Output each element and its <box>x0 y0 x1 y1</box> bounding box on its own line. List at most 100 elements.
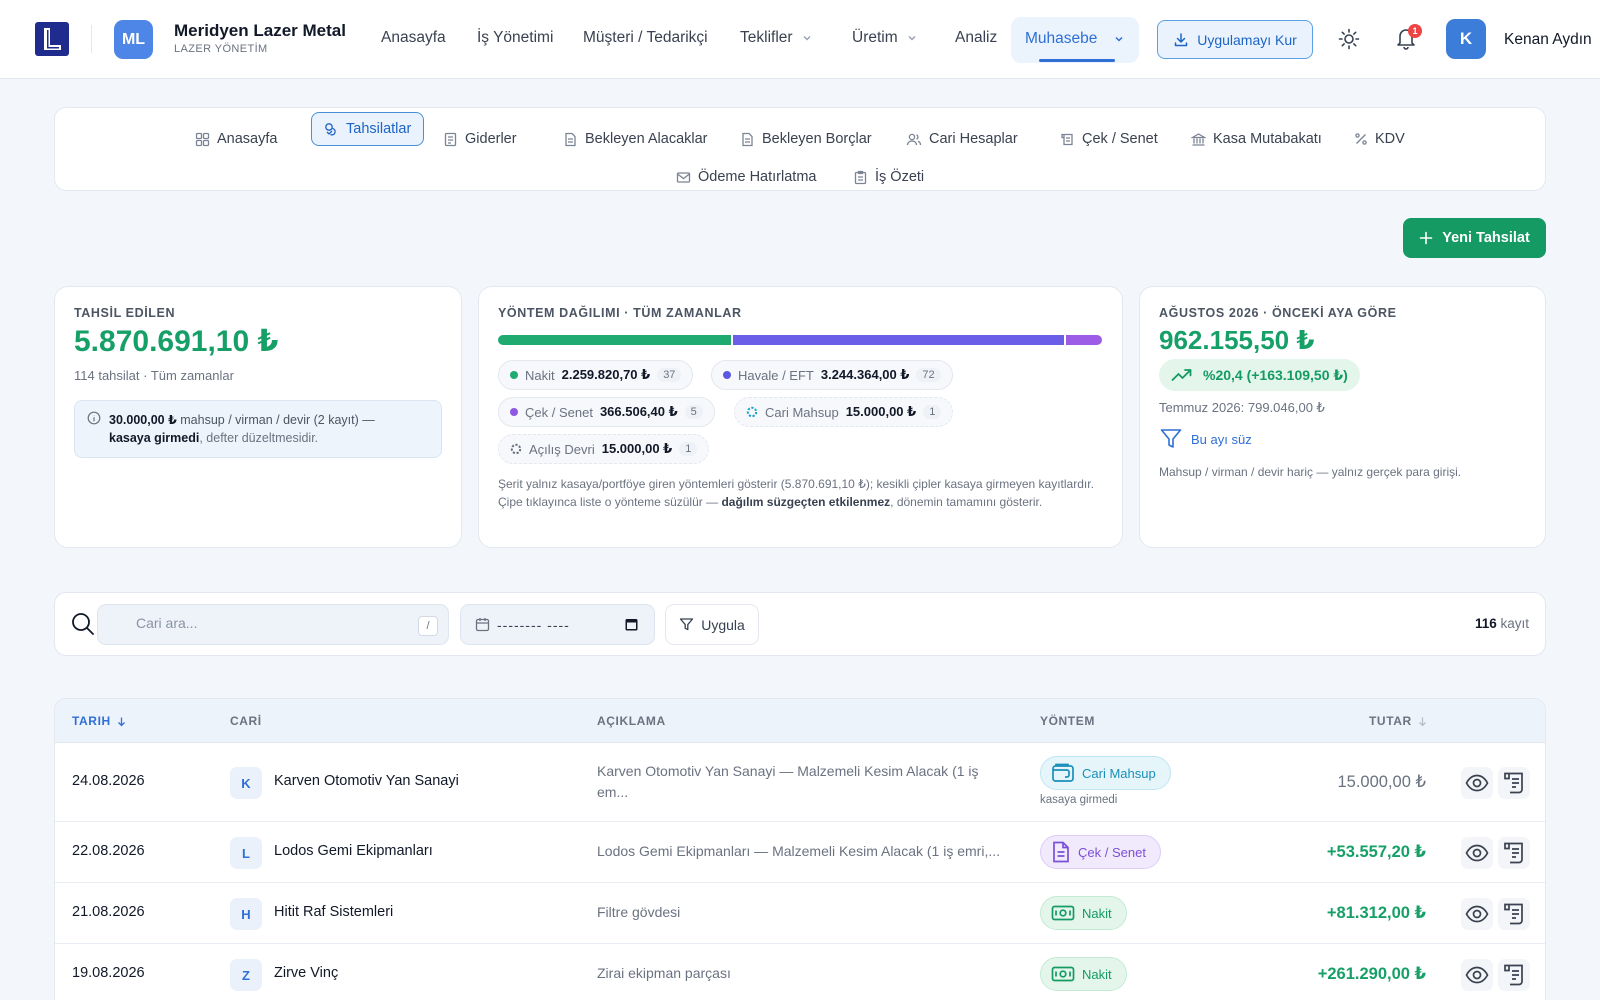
chip-cari-mahsup[interactable]: Cari Mahsup 15.000,00 ₺ 1 <box>734 397 954 427</box>
month-amount: 962.155,50 ₺ <box>1159 325 1315 355</box>
subnav-label: Bekleyen Borçlar <box>762 131 872 147</box>
chip-dot <box>510 371 518 379</box>
column-header-cari[interactable]: CARİ <box>230 714 262 728</box>
view-button[interactable] <box>1461 767 1493 799</box>
table-row[interactable]: 22.08.2026 L Lodos Gemi Ekipmanları Lodo… <box>55 822 1545 883</box>
user-name[interactable]: Kenan Aydın <box>1504 31 1592 49</box>
chip-havale-eft[interactable]: Havale / EFT 3.244.364,00 ₺ 72 <box>711 360 953 390</box>
nav-is-yonetimi[interactable]: İş Yönetimi <box>477 29 553 47</box>
nav-uretim[interactable]: Üretim <box>852 29 918 47</box>
nav-teklifler[interactable]: Teklifler <box>740 29 813 47</box>
subnav-giderler[interactable]: Giderler <box>443 122 517 156</box>
month-compare-label: AĞUSTOS 2026 · ÖNCEKİ AYA GÖRE <box>1159 306 1397 320</box>
table-row[interactable]: 19.08.2026 Z Zirve Vinç Zirai ekipman pa… <box>55 944 1545 1000</box>
footnote-text2: , dönemin tamamını gösterir. <box>890 495 1043 509</box>
row-cari[interactable]: Hitit Raf Sistemleri <box>274 904 393 920</box>
method-note: kasaya girmedi <box>1040 794 1118 806</box>
chip-value: 2.259.820,70 ₺ <box>561 367 651 382</box>
scroll-icon <box>1061 133 1073 145</box>
nav-muhasebe[interactable]: Muhasebe <box>1011 17 1139 63</box>
chip-value: 15.000,00 ₺ <box>845 404 917 419</box>
chip-nakit[interactable]: Nakit 2.259.820,70 ₺ 37 <box>498 360 694 390</box>
column-label: YÖNTEM <box>1040 714 1095 728</box>
notification-badge: 1 <box>1408 24 1422 38</box>
nav-musteri-tedarikci[interactable]: Müşteri / Tedarikçi <box>583 29 708 47</box>
new-collection-button[interactable]: Yeni Tahsilat <box>1403 218 1546 258</box>
method-badge-label: Nakit <box>1082 966 1112 982</box>
document-icon <box>742 132 753 146</box>
date-filter[interactable]: -------- ---- <box>460 604 655 645</box>
table-row[interactable]: 24.08.2026 K Karven Otomotiv Yan Sanayi … <box>55 743 1545 822</box>
offset-note-line1: 30.000,00 ₺ mahsup / virman / devir (2 k… <box>109 412 375 427</box>
receipt-button[interactable] <box>1498 837 1530 869</box>
receipt-icon <box>444 132 457 146</box>
nav-analiz[interactable]: Analiz <box>955 29 997 47</box>
receipt-button[interactable] <box>1498 898 1530 930</box>
search-field: / <box>97 604 449 645</box>
nav-label: Muhasebe <box>1025 30 1098 47</box>
calendar-picker-icon[interactable] <box>624 617 639 632</box>
cash-icon <box>1051 966 1075 982</box>
nav-label: Müşteri / Tedarikçi <box>583 29 708 46</box>
row-description: Karven Otomotiv Yan Sanayi — Malzemeli K… <box>597 763 979 800</box>
subnav-label: Cari Hesaplar <box>929 131 1018 147</box>
collected-card: TAHSİL EDİLEN 5.870.691,10 ₺ 114 tahsila… <box>54 286 462 548</box>
subnav-bekleyen-borclar[interactable]: Bekleyen Borçlar <box>740 122 872 156</box>
offset-note-text1: mahsup / virman / devir (2 kayıt) — <box>176 413 375 427</box>
subnav-odeme-hatirlatma[interactable]: Ödeme Hatırlatma <box>676 160 816 194</box>
percent-icon <box>1355 133 1367 145</box>
chip-acilis-devri[interactable]: Açılış Devri 15.000,00 ₺ 1 <box>498 434 710 464</box>
offset-note-amount: 30.000,00 ₺ <box>109 413 177 427</box>
filter-this-month-button[interactable]: Bu ayı süz <box>1159 427 1252 451</box>
chip-cek-senet[interactable]: Çek / Senet 366.506,40 ₺ 5 <box>498 397 715 427</box>
view-button[interactable] <box>1461 898 1493 930</box>
receipt-button[interactable] <box>1498 767 1530 799</box>
app-logo[interactable] <box>35 22 69 56</box>
search-input[interactable] <box>136 615 406 631</box>
column-header-date[interactable]: TARIH <box>72 714 127 728</box>
filter-this-month-label: Bu ayı süz <box>1191 431 1252 447</box>
chip-name: Açılış Devri <box>529 441 595 457</box>
trending-up-icon <box>1171 369 1192 381</box>
row-cari[interactable]: Zirve Vinç <box>274 965 338 981</box>
chip-value: 15.000,00 ₺ <box>601 441 673 456</box>
install-app-button[interactable]: Uygulamayı Kur <box>1157 20 1313 59</box>
receipt-button[interactable] <box>1498 959 1530 991</box>
subnav-tahsilatlar[interactable]: Tahsilatlar <box>311 112 425 146</box>
row-amount: 15.000,00 ₺ <box>1337 773 1427 791</box>
row-date: 24.08.2026 <box>72 773 145 789</box>
table-row[interactable]: 21.08.2026 H Hitit Raf Sistemleri Filtre… <box>55 883 1545 944</box>
offset-note-line2: kasaya girmedi, defter düzeltmesidir. <box>109 431 318 445</box>
collected-amount: 5.870.691,10 ₺ <box>74 325 279 358</box>
nav-anasayfa[interactable]: Anasayfa <box>381 29 446 47</box>
bank-icon <box>1191 132 1206 146</box>
column-header-amount[interactable]: TUTAR <box>1369 714 1428 728</box>
month-compare-footnote: Mahsup / virman / devir hariç — yalnız g… <box>1159 465 1462 479</box>
row-cari[interactable]: Lodos Gemi Ekipmanları <box>274 843 433 859</box>
column-label: AÇIKLAMA <box>597 714 666 728</box>
filter-icon <box>680 618 694 631</box>
apply-filter-button[interactable]: Uygula <box>665 604 759 645</box>
subnav-cari-hesaplar[interactable]: Cari Hesaplar <box>906 122 1018 156</box>
user-avatar[interactable]: K <box>1446 19 1486 59</box>
chip-name: Nakit <box>525 367 555 383</box>
view-button[interactable] <box>1461 837 1493 869</box>
chevron-down-icon <box>1115 36 1123 42</box>
column-header-method: YÖNTEM <box>1040 714 1095 728</box>
subnav-bekleyen-alacaklar[interactable]: Bekleyen Alacaklar <box>563 122 708 156</box>
row-date: 22.08.2026 <box>72 843 145 859</box>
subnav-kasa-mutabakati[interactable]: Kasa Mutabakatı <box>1191 122 1322 156</box>
subnav-kdv[interactable]: KDV <box>1354 122 1405 156</box>
company-avatar[interactable]: ML <box>114 20 153 59</box>
row-cari[interactable]: Karven Otomotiv Yan Sanayi <box>274 773 459 789</box>
chip-dot <box>723 371 731 379</box>
subnav-cek-senet[interactable]: Çek / Senet <box>1060 122 1158 156</box>
plus-icon <box>1419 231 1433 245</box>
scroll-icon <box>1504 964 1523 986</box>
view-button[interactable] <box>1461 959 1493 991</box>
subnav-label: Anasayfa <box>217 131 278 147</box>
record-count-value: 116 <box>1474 616 1497 631</box>
subnav-is-ozeti[interactable]: İş Özeti <box>853 160 924 194</box>
subnav-anasayfa[interactable]: Anasayfa <box>195 122 277 156</box>
theme-toggle[interactable] <box>1338 28 1360 50</box>
